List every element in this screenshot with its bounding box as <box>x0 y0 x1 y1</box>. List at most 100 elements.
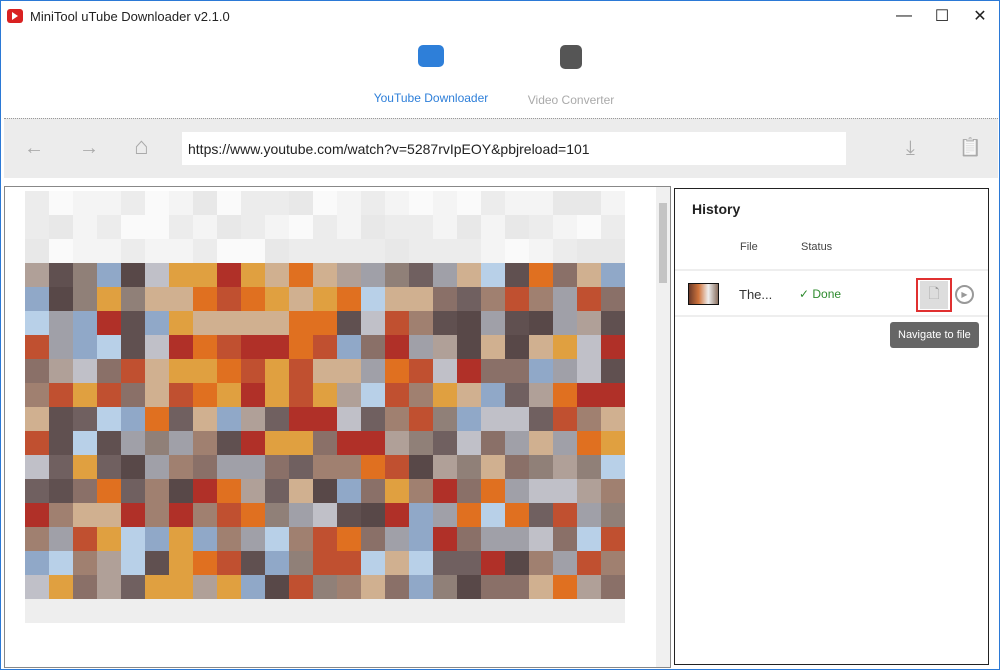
pixel-block <box>457 263 481 287</box>
pixel-block <box>481 239 505 263</box>
browser-view <box>4 186 671 668</box>
pixel-block <box>361 287 385 311</box>
navigate-to-file-button[interactable]: 🗋 <box>916 278 952 312</box>
pixel-block <box>73 455 97 479</box>
pixel-block <box>409 263 433 287</box>
pixel-block <box>481 191 505 215</box>
pixel-block <box>25 479 49 503</box>
pixel-block <box>145 239 169 263</box>
pixel-block <box>409 407 433 431</box>
pixel-block <box>145 551 169 575</box>
pixel-block <box>121 359 145 383</box>
pixel-block <box>25 551 49 575</box>
scrollbar-thumb[interactable] <box>659 203 667 283</box>
pixel-block <box>289 383 313 407</box>
pixel-block <box>481 407 505 431</box>
pixel-block <box>25 599 49 623</box>
pixel-block <box>409 215 433 239</box>
pixel-block <box>481 383 505 407</box>
close-button[interactable]: ✕ <box>961 1 999 31</box>
pixel-block <box>553 239 577 263</box>
pixel-block <box>409 479 433 503</box>
pixel-block <box>169 575 193 599</box>
pixel-block <box>529 599 553 623</box>
pixel-block <box>289 359 313 383</box>
pixel-block <box>73 239 97 263</box>
tab-youtube-downloader[interactable]: YouTube Downloader <box>361 41 501 107</box>
url-input[interactable] <box>182 132 846 165</box>
pixel-block <box>529 455 553 479</box>
tab-video-converter[interactable]: Video Converter <box>501 41 641 107</box>
pixel-block <box>553 359 577 383</box>
pixel-block <box>601 359 625 383</box>
app-logo-icon <box>7 9 23 23</box>
pixel-block <box>145 311 169 335</box>
pixel-block <box>385 575 409 599</box>
pixel-block <box>241 215 265 239</box>
download-icon[interactable]: ⤓ <box>906 137 915 160</box>
pixel-block <box>313 359 337 383</box>
pixel-block <box>433 239 457 263</box>
pixel-block <box>361 527 385 551</box>
pixel-block <box>505 263 529 287</box>
pixel-block <box>601 503 625 527</box>
pixel-block <box>145 407 169 431</box>
pixel-block <box>553 455 577 479</box>
back-arrow-icon[interactable]: ← <box>24 137 44 160</box>
pixel-block <box>481 551 505 575</box>
pixel-block <box>409 599 433 623</box>
pixel-block <box>457 503 481 527</box>
pixel-block <box>97 311 121 335</box>
pixel-block <box>553 383 577 407</box>
pixel-block <box>577 263 601 287</box>
pixel-block <box>73 407 97 431</box>
pixel-block <box>73 599 97 623</box>
scrollbar[interactable] <box>656 187 670 667</box>
pixel-block <box>217 431 241 455</box>
pixel-block <box>121 335 145 359</box>
play-icon[interactable]: ▶ <box>955 285 974 304</box>
pixel-block <box>409 503 433 527</box>
pixel-block <box>529 575 553 599</box>
pixel-block <box>121 527 145 551</box>
pixel-block <box>169 455 193 479</box>
pixel-block <box>145 503 169 527</box>
browser-toolbar: ← → ⌂ ⤓ 📋 <box>4 118 998 178</box>
pixel-block <box>97 239 121 263</box>
pixel-block <box>385 287 409 311</box>
pixel-block <box>433 599 457 623</box>
pixel-block <box>505 383 529 407</box>
pixel-block <box>505 431 529 455</box>
pixel-block <box>289 479 313 503</box>
pixel-block <box>601 287 625 311</box>
pixel-block <box>529 311 553 335</box>
pixel-block <box>145 383 169 407</box>
pixel-block <box>505 239 529 263</box>
status-badge: ✓ Done <box>799 287 842 301</box>
pixel-block <box>73 311 97 335</box>
maximize-button[interactable]: ☐ <box>923 1 961 31</box>
pixel-block <box>265 359 289 383</box>
pixel-block <box>241 479 265 503</box>
pixel-block <box>505 527 529 551</box>
pixel-block <box>265 191 289 215</box>
clipboard-icon[interactable]: 📋 <box>959 137 981 158</box>
pixel-block <box>457 551 481 575</box>
pixel-block <box>337 599 361 623</box>
video-page-blurred <box>25 191 625 623</box>
pixel-block <box>265 263 289 287</box>
pixel-block <box>553 287 577 311</box>
pixel-block <box>385 599 409 623</box>
home-icon[interactable]: ⌂ <box>134 133 149 161</box>
pixel-block <box>385 383 409 407</box>
pixel-block <box>169 503 193 527</box>
pixel-block <box>265 239 289 263</box>
pixel-block <box>97 407 121 431</box>
forward-arrow-icon[interactable]: → <box>79 137 99 160</box>
pixel-block <box>385 335 409 359</box>
pixel-block <box>313 263 337 287</box>
pixel-block <box>265 215 289 239</box>
pixel-block <box>313 575 337 599</box>
pixel-block <box>289 599 313 623</box>
minimize-button[interactable]: — <box>885 1 923 31</box>
